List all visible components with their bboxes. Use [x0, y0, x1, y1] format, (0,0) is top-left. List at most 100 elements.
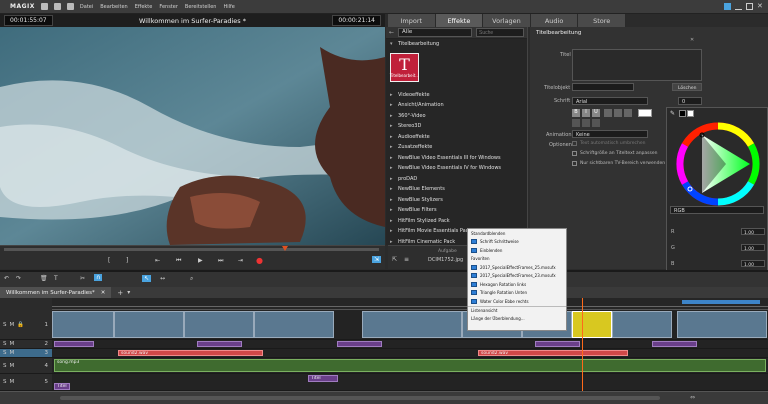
outline-button[interactable]	[582, 119, 590, 127]
shadow-button[interactable]	[572, 119, 580, 127]
search-input[interactable]	[476, 28, 524, 37]
category-header[interactable]: ▾ Titelbearbeitung	[386, 39, 527, 50]
title-tool-icon[interactable]: T	[54, 275, 58, 282]
zoom-icon[interactable]: ⌕	[190, 275, 193, 283]
pin-icon[interactable]	[724, 3, 731, 10]
video-track[interactable]	[52, 310, 768, 340]
mute-button[interactable]: M	[10, 322, 15, 328]
position-scrubber[interactable]	[4, 246, 379, 251]
track-header-3[interactable]: SM 3	[0, 349, 52, 358]
font-select[interactable]: Arial	[572, 97, 648, 105]
solo-button[interactable]: S	[3, 363, 7, 369]
menu-bereitstellen[interactable]: Bereitstellen	[185, 4, 217, 10]
animation-select[interactable]: Keine	[572, 130, 648, 138]
range-tool-icon[interactable]: ↔	[160, 275, 165, 282]
effect-category[interactable]: ▸ NewBlue Stylizers	[386, 195, 527, 206]
effect-category[interactable]: ▸ NewBlue Elements	[386, 184, 527, 195]
maximize-icon[interactable]	[746, 3, 753, 10]
zoom-slider-icon[interactable]: ⇔	[690, 394, 695, 401]
mute-button[interactable]: M	[10, 350, 15, 356]
video-clip[interactable]	[254, 311, 334, 338]
mark-in-button[interactable]: [	[108, 257, 110, 264]
record-button[interactable]: ●	[256, 256, 263, 265]
solo-button[interactable]: S	[3, 322, 7, 328]
align-left-icon[interactable]	[604, 109, 612, 117]
title-clip[interactable]: Titel	[54, 383, 70, 390]
solo-button[interactable]: S	[3, 379, 7, 385]
video-clip[interactable]	[612, 311, 672, 338]
video-clip[interactable]	[52, 311, 114, 338]
playhead-marker[interactable]	[282, 246, 288, 251]
menu-hilfe[interactable]: Hilfe	[223, 4, 234, 10]
media-nav-icon[interactable]: ⇱	[392, 256, 397, 263]
title-clip[interactable]: Titel	[308, 375, 338, 382]
italic-button[interactable]: I	[582, 109, 590, 117]
dropdown-item[interactable]: Listenansicht	[468, 305, 566, 315]
timecode-duration[interactable]: 00:00:21:14	[332, 15, 381, 26]
ruler-range-marker[interactable]	[682, 300, 760, 304]
lock-icon[interactable]: 🔒	[17, 322, 24, 328]
effect-category[interactable]: ▸ NewBlue Video Essentials IV for Windows	[386, 163, 527, 174]
underline-button[interactable]: U	[592, 109, 600, 117]
dropdown-item[interactable]: Schrift Schrittweise	[468, 238, 566, 247]
option-wrap-checkbox[interactable]	[572, 141, 577, 146]
dropdown-item[interactable]: Triangle Rotation Unten	[468, 289, 566, 298]
mute-button[interactable]: M	[10, 341, 15, 347]
menu-fenster[interactable]: Fenster	[159, 4, 178, 10]
music-track[interactable]: song.mp3	[52, 358, 768, 374]
music-clip[interactable]: song.mp3	[54, 359, 766, 372]
props-close-icon[interactable]: ✕	[690, 37, 694, 43]
fullscreen-icon[interactable]: ⇲	[372, 256, 382, 263]
horizontal-scrollbar[interactable]	[60, 396, 660, 400]
export-icon[interactable]	[66, 3, 74, 10]
selected-video-clip[interactable]	[572, 311, 612, 338]
solo-button[interactable]: S	[3, 350, 7, 356]
video-clip[interactable]	[677, 311, 767, 338]
mark-out-button[interactable]: ]	[126, 257, 128, 264]
title-effect-thumbnail[interactable]: T Titelbearbeit...	[390, 52, 419, 82]
tab-audio[interactable]: Audio	[530, 14, 579, 27]
skip-back-button[interactable]: ⏮	[176, 257, 181, 265]
dropdown-item[interactable]: 2017_SpecialEffectFrames_25.mxsufx	[468, 263, 566, 272]
arrow-tool-icon[interactable]: ↖	[142, 275, 152, 282]
tab-close-icon[interactable]: ✕	[101, 290, 106, 296]
effect-category[interactable]: ▸ Videoeffekte	[386, 90, 527, 101]
video-clip[interactable]	[184, 311, 254, 338]
delete-icon[interactable]: 🗑	[40, 275, 48, 282]
tab-effekte[interactable]: Effekte	[435, 14, 484, 27]
title-clip[interactable]	[337, 341, 382, 347]
effect-category[interactable]: ▸ Stereo3D	[386, 121, 527, 132]
color-mode-select[interactable]: RGB	[670, 206, 764, 214]
effect-category[interactable]: ▸ NewBlue Filters	[386, 205, 527, 216]
titel-textbox[interactable]	[572, 49, 702, 81]
undo-icon[interactable]: ↶	[4, 275, 9, 282]
save-icon[interactable]	[40, 3, 48, 10]
play-button[interactable]: ▶	[198, 257, 203, 264]
picker-swatch-black[interactable]	[679, 110, 686, 117]
eyedropper-icon[interactable]: ✎	[670, 110, 677, 117]
align-right-icon[interactable]	[624, 109, 632, 117]
dropdown-item[interactable]: Water Color Ebbe rechts	[468, 297, 566, 306]
font-size-select[interactable]: 0	[678, 97, 702, 105]
close-icon[interactable]: ✕	[757, 3, 764, 10]
dropdown-item[interactable]: Einblenden	[468, 246, 566, 255]
tab-menu-icon[interactable]: ▾	[127, 289, 130, 296]
menu-effekte[interactable]: Effekte	[135, 4, 153, 10]
mute-button[interactable]: M	[10, 379, 15, 385]
picker-swatch-white[interactable]	[687, 110, 694, 117]
media-list-icon[interactable]: ≡	[404, 256, 409, 263]
track-5[interactable]: Titel Titel	[52, 374, 768, 391]
tab-store[interactable]: Store	[578, 14, 626, 27]
menu-datei[interactable]: Datei	[80, 4, 93, 10]
dropdown-item[interactable]: Favoriten	[468, 255, 566, 264]
timeline-ruler[interactable]	[52, 298, 768, 310]
tab-vorlagen[interactable]: Vorlagen	[483, 14, 531, 27]
solo-button[interactable]: S	[3, 341, 7, 347]
align-center-icon[interactable]	[614, 109, 622, 117]
titelobjekt-select[interactable]	[572, 83, 634, 91]
effect-category[interactable]: ▸ NewBlue Video Essentials III for Window…	[386, 153, 527, 164]
timeline-tab[interactable]: Willkommen im Surfer-Paradies* ✕	[0, 287, 112, 298]
audio-clip[interactable]: sound2.wav	[478, 350, 628, 356]
option-tvsafe-checkbox[interactable]	[572, 161, 577, 166]
title-track[interactable]	[52, 340, 768, 349]
